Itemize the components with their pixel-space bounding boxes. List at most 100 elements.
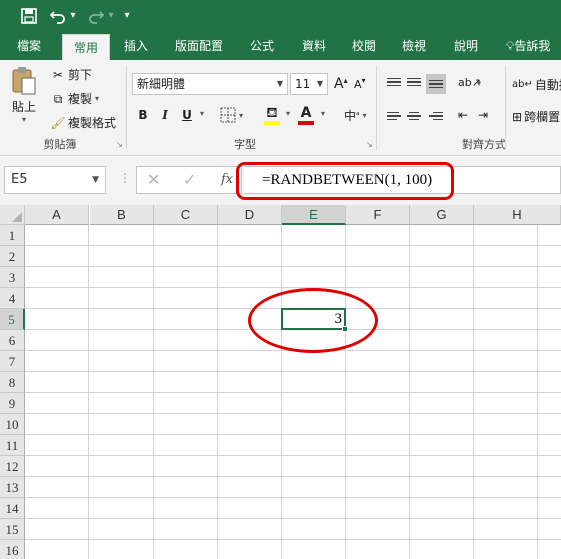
column-header-e[interactable]: E <box>282 205 346 225</box>
tab-review[interactable]: 校閱 <box>342 32 386 60</box>
tab-file[interactable]: 檔案 <box>6 32 52 60</box>
paste-label: 貼上 <box>11 100 36 114</box>
row-header-13[interactable]: 13 <box>0 477 25 498</box>
row-header-4[interactable]: 4 <box>0 288 25 309</box>
row-header-6[interactable]: 6 <box>0 330 25 351</box>
column-header-g[interactable]: G <box>410 205 474 225</box>
excel-window: ▾ ▾ ▾ 檔案 常用 插入 版面配置 公式 資料 校閱 檢視 說明 💡︎告訴我… <box>0 0 561 559</box>
insert-function-button[interactable]: fx <box>221 167 233 195</box>
shrink-font-button[interactable]: A ▾ <box>354 76 366 91</box>
row-gridline <box>25 455 561 456</box>
align-center-button[interactable] <box>404 106 424 126</box>
grow-font-button[interactable]: A ▴ <box>334 75 348 93</box>
font-size-value: 11 <box>295 77 311 91</box>
tab-page-layout[interactable]: 版面配置 <box>168 32 230 60</box>
row-gridline <box>25 539 561 540</box>
customize-qat-icon[interactable]: ▾ <box>120 4 134 28</box>
borders-button[interactable]: ▾ <box>220 107 243 123</box>
tab-formulas[interactable]: 公式 <box>240 32 284 60</box>
title-bar: ▾ ▾ ▾ <box>0 0 561 32</box>
wrap-text-button[interactable]: ab↵ 自動換 <box>512 76 561 93</box>
tab-home[interactable]: 常用 <box>62 34 110 60</box>
row-header-8[interactable]: 8 <box>0 372 25 393</box>
row-header-14[interactable]: 14 <box>0 498 25 519</box>
clipboard-launcher-icon[interactable]: ↘ <box>116 140 123 149</box>
column-header-d[interactable]: D <box>218 205 282 225</box>
group-divider <box>376 66 377 150</box>
font-color-dropdown[interactable]: ▾ <box>318 109 325 118</box>
tell-me-box[interactable]: 💡︎告訴我 <box>506 32 550 60</box>
column-header-b[interactable]: B <box>90 205 154 225</box>
row-header-15[interactable]: 15 <box>0 519 25 540</box>
fill-color-dropdown[interactable]: ▾ <box>283 109 290 118</box>
fill-color-button[interactable]: ⛾ <box>264 105 280 125</box>
bold-button[interactable]: B <box>133 105 153 125</box>
font-size-select[interactable]: 11 ▼ <box>290 73 328 95</box>
redo-dropdown-icon[interactable]: ▾ <box>106 4 116 28</box>
underline-dropdown[interactable]: ▾ <box>197 109 204 118</box>
cancel-icon[interactable]: ✕ <box>147 167 160 195</box>
worksheet-grid[interactable]: ABCDEFGH 1 2 3 4 5 6 7 8 9 10 11 12 13 14 15 16 3 <box>0 205 561 559</box>
undo-icon[interactable] <box>48 4 68 28</box>
align-top-button[interactable] <box>384 72 404 92</box>
row-header-1[interactable]: 1 <box>0 225 25 246</box>
copy-button[interactable]: ⧉ 複製 ▾ <box>50 90 99 107</box>
phonetic-guide-button[interactable]: 中ᵃ ▾ <box>344 107 367 124</box>
formula-bar-grip-icon[interactable]: ⋮ <box>119 171 131 185</box>
undo-dropdown-icon[interactable]: ▾ <box>68 4 78 28</box>
font-name-select[interactable]: 新細明體 ▼ <box>132 73 288 95</box>
text-orientation-icon: ab↗ <box>458 76 481 89</box>
row-header-9[interactable]: 9 <box>0 393 25 414</box>
copy-label: 複製 <box>68 92 93 106</box>
align-right-button[interactable] <box>426 106 446 126</box>
row-header-7[interactable]: 7 <box>0 351 25 372</box>
ribbon-home: 貼上 ▾ ✂ 剪下 ⧉ 複製 ▾ 🖌︎ 複製格式 剪貼簿 ↘ 新細明體 ▼ 11… <box>0 60 561 156</box>
tab-insert[interactable]: 插入 <box>114 32 158 60</box>
caret-down-icon: ▾ <box>361 76 366 85</box>
font-color-button[interactable]: A <box>298 105 314 125</box>
row-header-16[interactable]: 16 <box>0 540 25 559</box>
redo-icon[interactable] <box>86 4 106 28</box>
decrease-indent-button[interactable]: ⇤ <box>458 108 468 122</box>
paste-button[interactable]: 貼上 ▾ <box>10 66 38 124</box>
borders-icon <box>220 107 236 123</box>
underline-button[interactable]: U <box>177 105 197 125</box>
tab-help[interactable]: 說明 <box>444 32 488 60</box>
cell-annotation-circle <box>248 288 378 353</box>
copy-dropdown-icon: ▾ <box>95 94 100 103</box>
column-header-c[interactable]: C <box>154 205 218 225</box>
row-header-10[interactable]: 10 <box>0 414 25 435</box>
font-name-value: 新細明體 <box>137 77 186 91</box>
row-header-11[interactable]: 11 <box>0 435 25 456</box>
align-left-button[interactable] <box>384 106 404 126</box>
row-header-2[interactable]: 2 <box>0 246 25 267</box>
merge-center-button[interactable]: ⊞ 跨欄置 <box>512 108 560 125</box>
italic-button[interactable]: I <box>155 105 175 125</box>
wrap-text-label: 自動換 <box>534 78 561 92</box>
row-header-12[interactable]: 12 <box>0 456 25 477</box>
align-middle-button[interactable] <box>404 72 424 92</box>
format-painter-button[interactable]: 🖌︎ 複製格式 <box>50 114 116 131</box>
row-gridline <box>25 434 561 435</box>
ribbon-tabs: 檔案 常用 插入 版面配置 公式 資料 校閱 檢視 說明 💡︎告訴我 <box>0 32 561 60</box>
column-header-f[interactable]: F <box>346 205 410 225</box>
save-icon[interactable] <box>18 4 40 28</box>
column-header-h[interactable]: H <box>474 205 561 225</box>
select-all-button[interactable] <box>0 205 25 225</box>
clipboard-group-label: 剪貼簿 <box>43 138 77 151</box>
column-header-a[interactable]: A <box>25 205 89 225</box>
orientation-button[interactable]: ab↗ ▾ <box>458 75 481 91</box>
name-box[interactable]: E5 ▼ <box>4 166 106 194</box>
group-divider <box>126 66 127 150</box>
merge-icon: ⊞ <box>512 109 523 124</box>
row-header-3[interactable]: 3 <box>0 267 25 288</box>
increase-indent-button[interactable]: ⇥ <box>478 108 488 122</box>
tab-data[interactable]: 資料 <box>292 32 336 60</box>
tab-view[interactable]: 檢視 <box>392 32 436 60</box>
enter-icon[interactable]: ✓ <box>183 167 196 195</box>
row-header-5[interactable]: 5 <box>0 309 25 330</box>
cut-button[interactable]: ✂ 剪下 <box>50 66 92 83</box>
align-bottom-button[interactable] <box>426 74 446 94</box>
font-launcher-icon[interactable]: ↘ <box>366 140 373 149</box>
caret-up-icon: ▴ <box>343 75 348 85</box>
